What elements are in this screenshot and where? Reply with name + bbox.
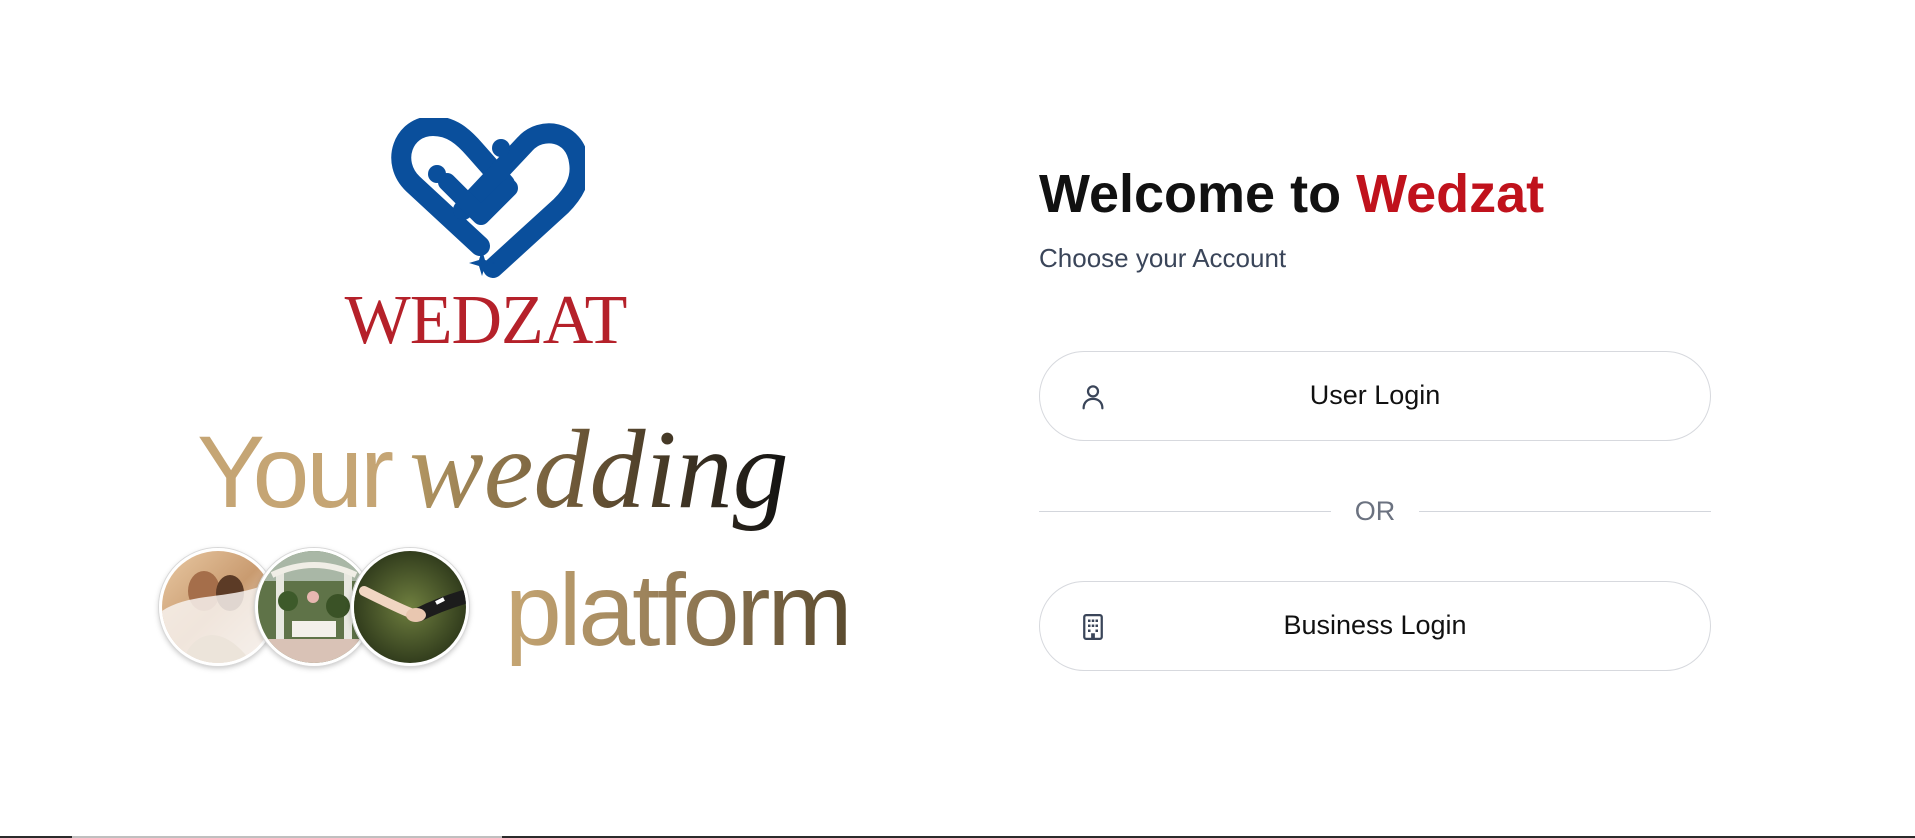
heart-ring-logo-icon <box>391 118 585 278</box>
choose-account-subtitle: Choose your Account <box>1039 243 1287 273</box>
tagline-your: Your <box>197 415 394 529</box>
welcome-prefix: Welcome to <box>1039 164 1342 224</box>
divider-line-left <box>1039 511 1331 512</box>
divider-line-right <box>1419 511 1711 512</box>
divider-or-text: OR <box>1354 496 1396 526</box>
tagline-platform: platform <box>505 550 852 670</box>
tagline-wedding: wedding <box>409 408 789 532</box>
or-divider: OR <box>1039 493 1711 529</box>
hero-tagline-line1: Your wedding <box>197 405 789 535</box>
holding-hands-photo <box>351 548 469 666</box>
welcome-heading: Welcome to Wedzat <box>1039 162 1544 226</box>
user-login-label: User Login <box>1309 380 1441 410</box>
brand-wordmark: WEDZAT <box>344 282 628 359</box>
welcome-brand: Wedzat <box>1356 164 1545 224</box>
business-login-button[interactable]: Business Login <box>1039 581 1711 671</box>
login-page: WEDZAT Your wedding platform Welcome to … <box>0 0 1915 838</box>
wedzat-logo: WEDZAT <box>333 118 638 358</box>
hero-photo-group <box>159 548 479 668</box>
business-login-label: Business Login <box>1283 610 1467 640</box>
user-login-button[interactable]: User Login <box>1039 351 1711 441</box>
